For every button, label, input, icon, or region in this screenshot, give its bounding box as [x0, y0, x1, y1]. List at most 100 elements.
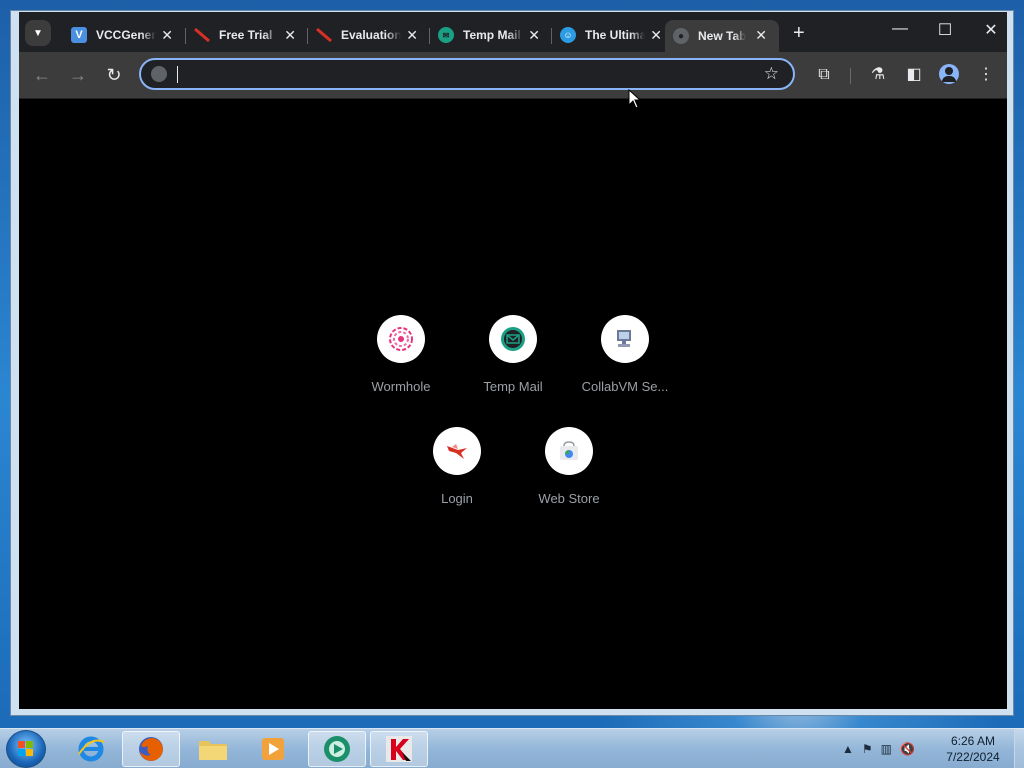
taskbar-firefox[interactable]: [122, 731, 180, 767]
profile-avatar[interactable]: [939, 64, 959, 84]
taskbar-kaspersky[interactable]: [370, 731, 428, 767]
internet-explorer-icon: [78, 736, 105, 762]
browser-window: ▼ V VCCGenerator ✕ Free Trial ✕ Eva: [10, 10, 1014, 716]
red-slash-icon: [316, 27, 332, 43]
clock[interactable]: 6:26 AM 7/22/2024: [934, 733, 1012, 765]
toolbar-divider: [850, 68, 851, 84]
flask-icon: ⚗: [870, 66, 886, 83]
close-icon[interactable]: ✕: [406, 27, 418, 43]
action-center-flag-icon[interactable]: ⚑: [862, 742, 873, 756]
extensions-button[interactable]: ⧉: [813, 64, 835, 86]
close-icon[interactable]: ✕: [161, 27, 173, 43]
web-store-icon: [560, 441, 578, 460]
browser-toolbar: ← → ↻ ☆ ⧉ ⚗ ◧ ⋮: [19, 52, 1007, 98]
more-vert-icon: ⋮: [978, 66, 994, 83]
mouse-cursor-icon: [628, 89, 642, 109]
reload-icon: ↻: [106, 65, 122, 85]
temp-mail-icon: ✉: [438, 27, 454, 43]
shortcut-login[interactable]: Login: [401, 427, 513, 506]
tab-new-tab[interactable]: ● New Tab ✕: [665, 20, 779, 52]
start-button[interactable]: [6, 730, 46, 768]
globe-icon: ●: [673, 28, 689, 44]
tab-label: Evaluation: [341, 28, 401, 42]
shortcut-icon-circle: [545, 427, 593, 475]
site-info-icon[interactable]: [151, 66, 167, 82]
taskbar: ▲ ⚑ ▥ 🔇 6:26 AM 7/22/2024: [0, 728, 1024, 768]
close-icon[interactable]: ✕: [650, 27, 662, 43]
arrow-left-icon: ←: [33, 65, 51, 85]
chrome-app-icon: [324, 736, 350, 762]
shortcut-label: Login: [441, 491, 473, 506]
text-caret: [177, 66, 178, 83]
browser-chrome: ▼ V VCCGenerator ✕ Free Trial ✕ Eva: [19, 12, 1007, 709]
shortcut-icon-circle: [489, 315, 537, 363]
reload-button[interactable]: ↻: [103, 64, 125, 86]
wormhole-icon: [389, 327, 413, 351]
media-player-icon: [262, 738, 284, 760]
tab-the-ultimate[interactable]: ☺ The Ultimate ✕: [552, 20, 674, 50]
menu-button[interactable]: ⋮: [975, 64, 997, 86]
clock-time: 6:26 AM: [950, 734, 996, 748]
tab-label: Free Trial: [219, 28, 273, 42]
tab-label: The Ultimate: [585, 28, 645, 42]
tab-evaluation[interactable]: Evaluation ✕: [308, 20, 430, 50]
side-panel-icon: ◧: [906, 66, 922, 83]
collabvm-icon: [617, 330, 631, 347]
tab-label: New Tab: [698, 29, 747, 43]
tab-label: VCCGenerator: [96, 28, 156, 42]
close-icon[interactable]: ✕: [284, 27, 296, 43]
shortcut-collabvm[interactable]: CollabVM Se...: [569, 315, 681, 394]
taskbar-file-explorer[interactable]: [184, 731, 242, 767]
clock-date: 7/22/2024: [946, 750, 1000, 764]
shortcut-icon-circle: [377, 315, 425, 363]
windows-logo-icon: [18, 741, 33, 756]
tab-search-button[interactable]: ▼: [25, 20, 51, 46]
tab-label: Temp Mail: [463, 28, 521, 42]
bookmark-star-icon[interactable]: ☆: [764, 64, 779, 84]
chat-icon: ☺: [560, 27, 576, 43]
shortcut-label: CollabVM Se...: [581, 379, 669, 394]
shortcut-icon-circle: [433, 427, 481, 475]
chevron-down-icon: ▼: [33, 27, 43, 39]
forward-button[interactable]: →: [67, 64, 89, 86]
minimize-button[interactable]: —: [885, 20, 915, 38]
shortcut-web-store[interactable]: Web Store: [513, 427, 625, 506]
tab-vccgenerator[interactable]: V VCCGenerator ✕: [63, 20, 185, 50]
taskbar-media-player[interactable]: [244, 731, 302, 767]
kaspersky-icon: [386, 736, 412, 762]
system-tray: ▲ ⚑ ▥ 🔇: [842, 739, 915, 759]
back-button[interactable]: ←: [31, 64, 53, 86]
close-icon[interactable]: ✕: [528, 27, 540, 43]
new-tab-button[interactable]: +: [793, 23, 805, 43]
tray-expand-icon[interactable]: ▲: [842, 742, 854, 756]
puzzle-icon: ⧉: [818, 66, 830, 83]
shortcut-label: Wormhole: [371, 379, 431, 394]
v-logo-icon: V: [71, 27, 87, 43]
taskbar-chrome-app[interactable]: [308, 731, 366, 767]
close-icon[interactable]: ✕: [755, 27, 767, 43]
tab-free-trial[interactable]: Free Trial ✕: [186, 20, 308, 50]
arrow-right-icon: →: [69, 65, 87, 85]
tab-strip: ▼ V VCCGenerator ✕ Free Trial ✕ Eva: [19, 12, 1007, 52]
temp-mail-icon: [501, 327, 525, 351]
network-icon[interactable]: ▥: [881, 742, 892, 756]
shortcut-icon-circle: [601, 315, 649, 363]
volume-muted-icon[interactable]: 🔇: [900, 742, 915, 756]
red-slash-icon: [194, 27, 210, 43]
new-tab-page: Wormhole Temp Mail CollabVM Se... Login …: [19, 99, 1007, 709]
shortcut-label: Temp Mail: [483, 379, 543, 394]
shortcut-wormhole[interactable]: Wormhole: [345, 315, 457, 394]
tab-temp-mail[interactable]: ✉ Temp Mail ✕: [430, 20, 552, 50]
taskbar-internet-explorer[interactable]: [62, 731, 120, 767]
show-desktop-button[interactable]: [1014, 729, 1024, 768]
side-panel-button[interactable]: ◧: [903, 64, 925, 86]
folder-icon: [199, 741, 227, 760]
labs-button[interactable]: ⚗: [867, 64, 889, 86]
shortcut-label: Web Store: [538, 491, 600, 506]
bird-icon: [447, 444, 467, 459]
maximize-button[interactable]: ☐: [930, 20, 960, 40]
shortcut-temp-mail[interactable]: Temp Mail: [457, 315, 569, 394]
address-bar[interactable]: ☆: [139, 58, 795, 90]
close-window-button[interactable]: ✕: [976, 20, 1006, 40]
firefox-icon: [139, 737, 163, 761]
